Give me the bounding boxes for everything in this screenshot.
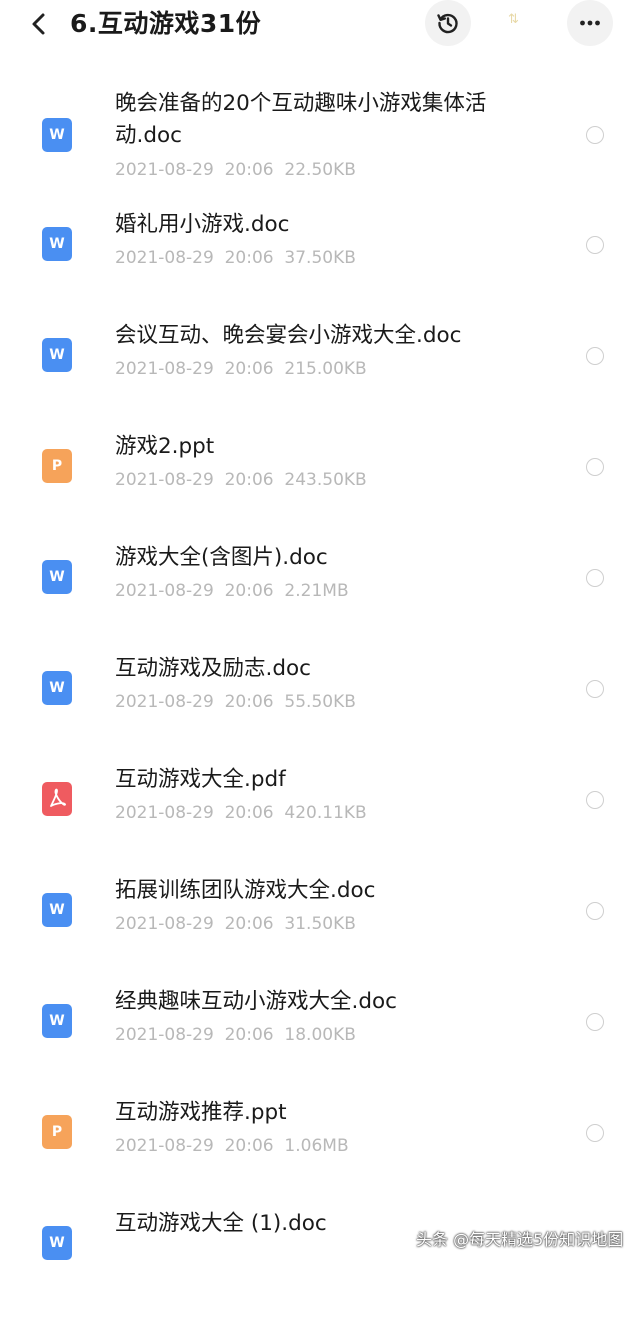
word-file-icon: W (42, 338, 72, 372)
word-file-icon: W (42, 227, 72, 261)
file-time: 20:06 (224, 914, 274, 934)
file-list: W 晚会准备的20个互动趣味小游戏集体活动.doc 2021-08-29 20:06… (0, 80, 640, 1317)
file-time: 20:06 (224, 359, 274, 379)
file-name: 互动游戏推荐.ppt (115, 1100, 287, 1125)
file-row[interactable]: W 会议互动、晚会宴会小游戏大全.doc 2021-08-29 20:06 215.… (0, 318, 640, 429)
file-size: 22.50KB (284, 160, 356, 180)
chevron-left-icon (32, 13, 45, 35)
file-meta: 2021-08-29 20:06 22.50KB (115, 158, 356, 182)
select-checkbox[interactable] (586, 1124, 604, 1142)
file-size: 55.50KB (284, 692, 356, 712)
file-time: 20:06 (224, 1136, 274, 1156)
select-checkbox[interactable] (586, 569, 604, 587)
file-time: 20:06 (224, 581, 274, 601)
file-name: 互动游戏大全.pdf (115, 767, 286, 792)
file-date: 2021-08-29 (115, 359, 214, 379)
file-meta: 2021-08-29 20:06 215.00KB (115, 357, 367, 381)
file-name: 游戏2.ppt (115, 434, 215, 459)
file-date: 2021-08-29 (115, 1136, 214, 1156)
file-name: 拓展训练团队游戏大全.doc (115, 878, 376, 903)
file-row[interactable]: W 游戏大全(含图片).doc 2021-08-29 20:06 2.21MB (0, 540, 640, 651)
history-icon (437, 13, 458, 34)
more-options-button[interactable] (567, 0, 613, 46)
word-file-icon: W (42, 893, 72, 927)
file-size: 420.11KB (284, 803, 367, 823)
file-size: 1.06MB (284, 1136, 349, 1156)
file-name: 游戏大全(含图片).doc (115, 545, 328, 570)
file-date: 2021-08-29 (115, 470, 214, 490)
file-time: 20:06 (224, 160, 274, 180)
select-checkbox[interactable] (586, 791, 604, 809)
file-row[interactable]: P 互动游戏推荐.ppt 2021-08-29 20:06 1.06MB (0, 1095, 640, 1206)
file-row[interactable]: W 拓展训练团队游戏大全.doc 2021-08-29 20:06 31.50KB (0, 873, 640, 984)
file-time: 20:06 (224, 1025, 274, 1045)
file-meta: 2021-08-29 20:06 243.50KB (115, 468, 367, 492)
pdf-file-icon (42, 782, 72, 816)
file-name: 经典趣味互动小游戏大全.doc (115, 989, 397, 1014)
file-time: 20:06 (224, 692, 274, 712)
word-file-icon: W (42, 118, 72, 152)
select-checkbox[interactable] (586, 680, 604, 698)
select-checkbox[interactable] (586, 236, 604, 254)
file-size: 31.50KB (284, 914, 356, 934)
word-file-icon: W (42, 671, 72, 705)
back-button[interactable] (24, 8, 56, 40)
file-row[interactable]: W 经典趣味互动小游戏大全.doc 2021-08-29 20:06 18.00KB (0, 984, 640, 1095)
select-checkbox[interactable] (586, 1013, 604, 1031)
file-row[interactable]: W 婚礼用小游戏.doc 2021-08-29 20:06 37.50KB (0, 207, 640, 318)
select-checkbox[interactable] (586, 458, 604, 476)
file-date: 2021-08-29 (115, 160, 214, 180)
file-meta: 2021-08-29 20:06 18.00KB (115, 1023, 356, 1047)
file-name: 会议互动、晚会宴会小游戏大全.doc (115, 323, 462, 348)
file-time: 20:06 (224, 803, 274, 823)
file-date: 2021-08-29 (115, 914, 214, 934)
file-size: 2.21MB (284, 581, 349, 601)
file-date: 2021-08-29 (115, 803, 214, 823)
file-size: 18.00KB (284, 1025, 356, 1045)
select-checkbox[interactable] (586, 902, 604, 920)
file-size: 215.00KB (284, 359, 367, 379)
word-file-icon: W (42, 1226, 72, 1260)
file-name: 晚会准备的20个互动趣味小游戏集体活动.doc (115, 91, 487, 148)
file-date: 2021-08-29 (115, 248, 214, 268)
ppt-file-icon: P (42, 1115, 72, 1149)
file-date: 2021-08-29 (115, 692, 214, 712)
select-checkbox[interactable] (586, 126, 604, 144)
file-row[interactable]: 互动游戏大全.pdf 2021-08-29 20:06 420.11KB (0, 762, 640, 873)
file-time: 20:06 (224, 470, 274, 490)
file-date: 2021-08-29 (115, 581, 214, 601)
file-time: 20:06 (224, 248, 274, 268)
file-row[interactable]: W 互动游戏及励志.doc 2021-08-29 20:06 55.50KB (0, 651, 640, 762)
file-meta: 2021-08-29 20:06 37.50KB (115, 246, 356, 270)
sort-icon[interactable]: ⇅ (508, 12, 519, 27)
history-button[interactable] (425, 0, 471, 46)
file-meta: 2021-08-29 20:06 420.11KB (115, 801, 367, 825)
header-bar: 6.互动游戏31份 ⇅ (0, 0, 640, 52)
more-dots-icon (580, 20, 600, 26)
file-name: 婚礼用小游戏.doc (115, 212, 290, 237)
file-row[interactable]: W 互动游戏大全 (1).doc (0, 1206, 640, 1317)
select-checkbox[interactable] (586, 347, 604, 365)
file-row[interactable]: W 晚会准备的20个互动趣味小游戏集体活动.doc 2021-08-29 20:06… (0, 80, 640, 207)
watermark: 头条 @每天精选5份知识地图 (416, 1230, 624, 1249)
file-meta: 2021-08-29 20:06 2.21MB (115, 579, 349, 603)
file-meta: 2021-08-29 20:06 55.50KB (115, 690, 356, 714)
file-name: 互动游戏及励志.doc (115, 656, 311, 681)
file-meta: 2021-08-29 20:06 1.06MB (115, 1134, 349, 1158)
page-title: 6.互动游戏31份 (70, 9, 262, 38)
file-size: 243.50KB (284, 470, 367, 490)
file-size: 37.50KB (284, 248, 356, 268)
file-meta: 2021-08-29 20:06 31.50KB (115, 912, 356, 936)
file-row[interactable]: P 游戏2.ppt 2021-08-29 20:06 243.50KB (0, 429, 640, 540)
word-file-icon: W (42, 1004, 72, 1038)
ppt-file-icon: P (42, 449, 72, 483)
word-file-icon: W (42, 560, 72, 594)
file-date: 2021-08-29 (115, 1025, 214, 1045)
